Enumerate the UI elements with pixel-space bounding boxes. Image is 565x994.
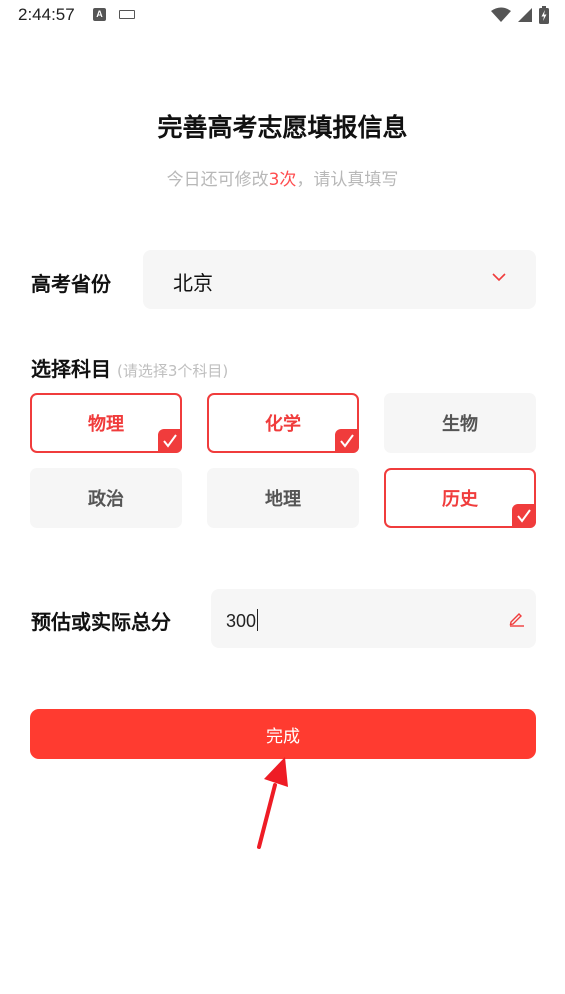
status-time: 2:44:57 bbox=[18, 5, 75, 24]
cell-signal-icon bbox=[518, 8, 532, 22]
score-input[interactable]: 300 bbox=[211, 589, 536, 648]
annotation-arrow bbox=[257, 757, 288, 849]
notification-a-icon: A bbox=[93, 8, 106, 21]
subject-geography[interactable]: 地理 bbox=[207, 468, 359, 528]
check-icon bbox=[158, 429, 182, 453]
subject-chemistry[interactable]: 化学 bbox=[207, 393, 359, 453]
keyboard-icon bbox=[119, 10, 135, 19]
check-icon bbox=[512, 504, 536, 528]
province-label: 高考省份 bbox=[31, 272, 111, 296]
remaining-count: 3次 bbox=[268, 170, 297, 190]
subject-label: 政治 bbox=[88, 489, 124, 510]
subject-label: 化学 bbox=[265, 414, 301, 435]
status-bar: 2:44:57 A bbox=[0, 0, 565, 32]
province-value: 北京 bbox=[173, 271, 213, 295]
subject-label: 历史 bbox=[442, 489, 478, 510]
subject-politics[interactable]: 政治 bbox=[30, 468, 182, 528]
subject-label: 地理 bbox=[265, 489, 301, 510]
subject-biology[interactable]: 生物 bbox=[384, 393, 536, 453]
done-button[interactable]: 完成 bbox=[30, 709, 536, 759]
battery-icon bbox=[539, 6, 549, 24]
subjects-label: 选择科目 (请选择3个科目) bbox=[31, 353, 228, 382]
subtitle-suffix: ，请认真填写 bbox=[296, 170, 399, 190]
subjects-title: 选择科目 bbox=[31, 357, 111, 381]
subtitle-prefix: 今日还可修改 bbox=[166, 170, 269, 190]
subjects-hint: (请选择3个科目) bbox=[117, 362, 229, 380]
subject-physics[interactable]: 物理 bbox=[30, 393, 182, 453]
subject-label: 生物 bbox=[442, 414, 478, 435]
page-subtitle: 今日还可修改3次，请认真填写 bbox=[0, 165, 565, 190]
text-cursor bbox=[257, 609, 259, 631]
score-label: 预估或实际总分 bbox=[31, 610, 171, 634]
wifi-icon bbox=[491, 7, 511, 22]
pencil-icon[interactable] bbox=[508, 609, 526, 627]
subject-label: 物理 bbox=[88, 414, 124, 435]
chevron-down-icon bbox=[492, 273, 506, 282]
page-title: 完善高考志愿填报信息 bbox=[157, 113, 408, 142]
score-text: 300 bbox=[226, 611, 257, 631]
province-select[interactable]: 北京 bbox=[143, 250, 536, 309]
subject-history[interactable]: 历史 bbox=[384, 468, 536, 528]
score-value[interactable]: 300 bbox=[226, 609, 259, 632]
status-icons bbox=[491, 6, 549, 24]
check-icon bbox=[335, 429, 359, 453]
